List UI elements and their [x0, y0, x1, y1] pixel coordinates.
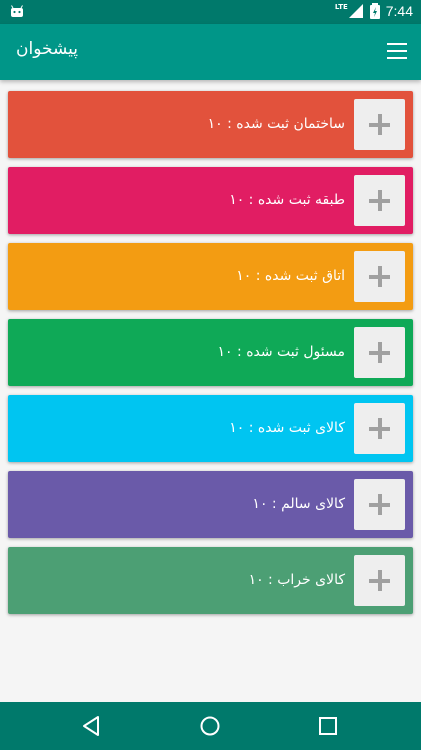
dashboard-cards: ساختمان ثبت شده : ۱۰ طبقه ثبت شده : ۱۰ ا…: [8, 91, 413, 623]
card-buildings[interactable]: ساختمان ثبت شده : ۱۰: [8, 91, 413, 158]
add-building-button[interactable]: [354, 99, 405, 150]
card-broken-goods[interactable]: کالای خراب : ۱۰: [8, 547, 413, 614]
home-icon[interactable]: [198, 714, 222, 738]
network-type: LTE: [334, 3, 348, 11]
add-healthy-goods-button[interactable]: [354, 479, 405, 530]
recents-icon[interactable]: [316, 714, 340, 738]
status-bar: LTE 7:44: [0, 0, 421, 24]
signal-icon: [348, 4, 363, 18]
add-broken-goods-button[interactable]: [354, 555, 405, 606]
card-label: اتاق ثبت شده : ۱۰: [236, 268, 345, 284]
menu-icon[interactable]: [387, 43, 407, 59]
card-label: کالای ثبت شده : ۱۰: [229, 420, 345, 436]
back-icon[interactable]: [80, 714, 104, 738]
card-officers[interactable]: مسئول ثبت شده : ۱۰: [8, 319, 413, 386]
add-goods-button[interactable]: [354, 403, 405, 454]
card-floors[interactable]: طبقه ثبت شده : ۱۰: [8, 167, 413, 234]
page-title: پیشخوان: [16, 39, 78, 59]
card-label: کالای خراب : ۱۰: [248, 572, 345, 588]
battery-icon: [369, 3, 380, 19]
add-floor-button[interactable]: [354, 175, 405, 226]
card-label: مسئول ثبت شده : ۱۰: [217, 344, 345, 360]
card-healthy-goods[interactable]: کالای سالم : ۱۰: [8, 471, 413, 538]
app-bar: پیشخوان: [0, 24, 421, 80]
add-room-button[interactable]: [354, 251, 405, 302]
card-goods[interactable]: کالای ثبت شده : ۱۰: [8, 395, 413, 462]
card-label: طبقه ثبت شده : ۱۰: [229, 192, 345, 208]
card-rooms[interactable]: اتاق ثبت شده : ۱۰: [8, 243, 413, 310]
card-label: کالای سالم : ۱۰: [252, 496, 345, 512]
clock: 7:44: [385, 3, 413, 19]
add-officer-button[interactable]: [354, 327, 405, 378]
navigation-bar: [0, 702, 421, 750]
card-label: ساختمان ثبت شده : ۱۰: [207, 116, 345, 132]
android-icon: [11, 5, 23, 17]
